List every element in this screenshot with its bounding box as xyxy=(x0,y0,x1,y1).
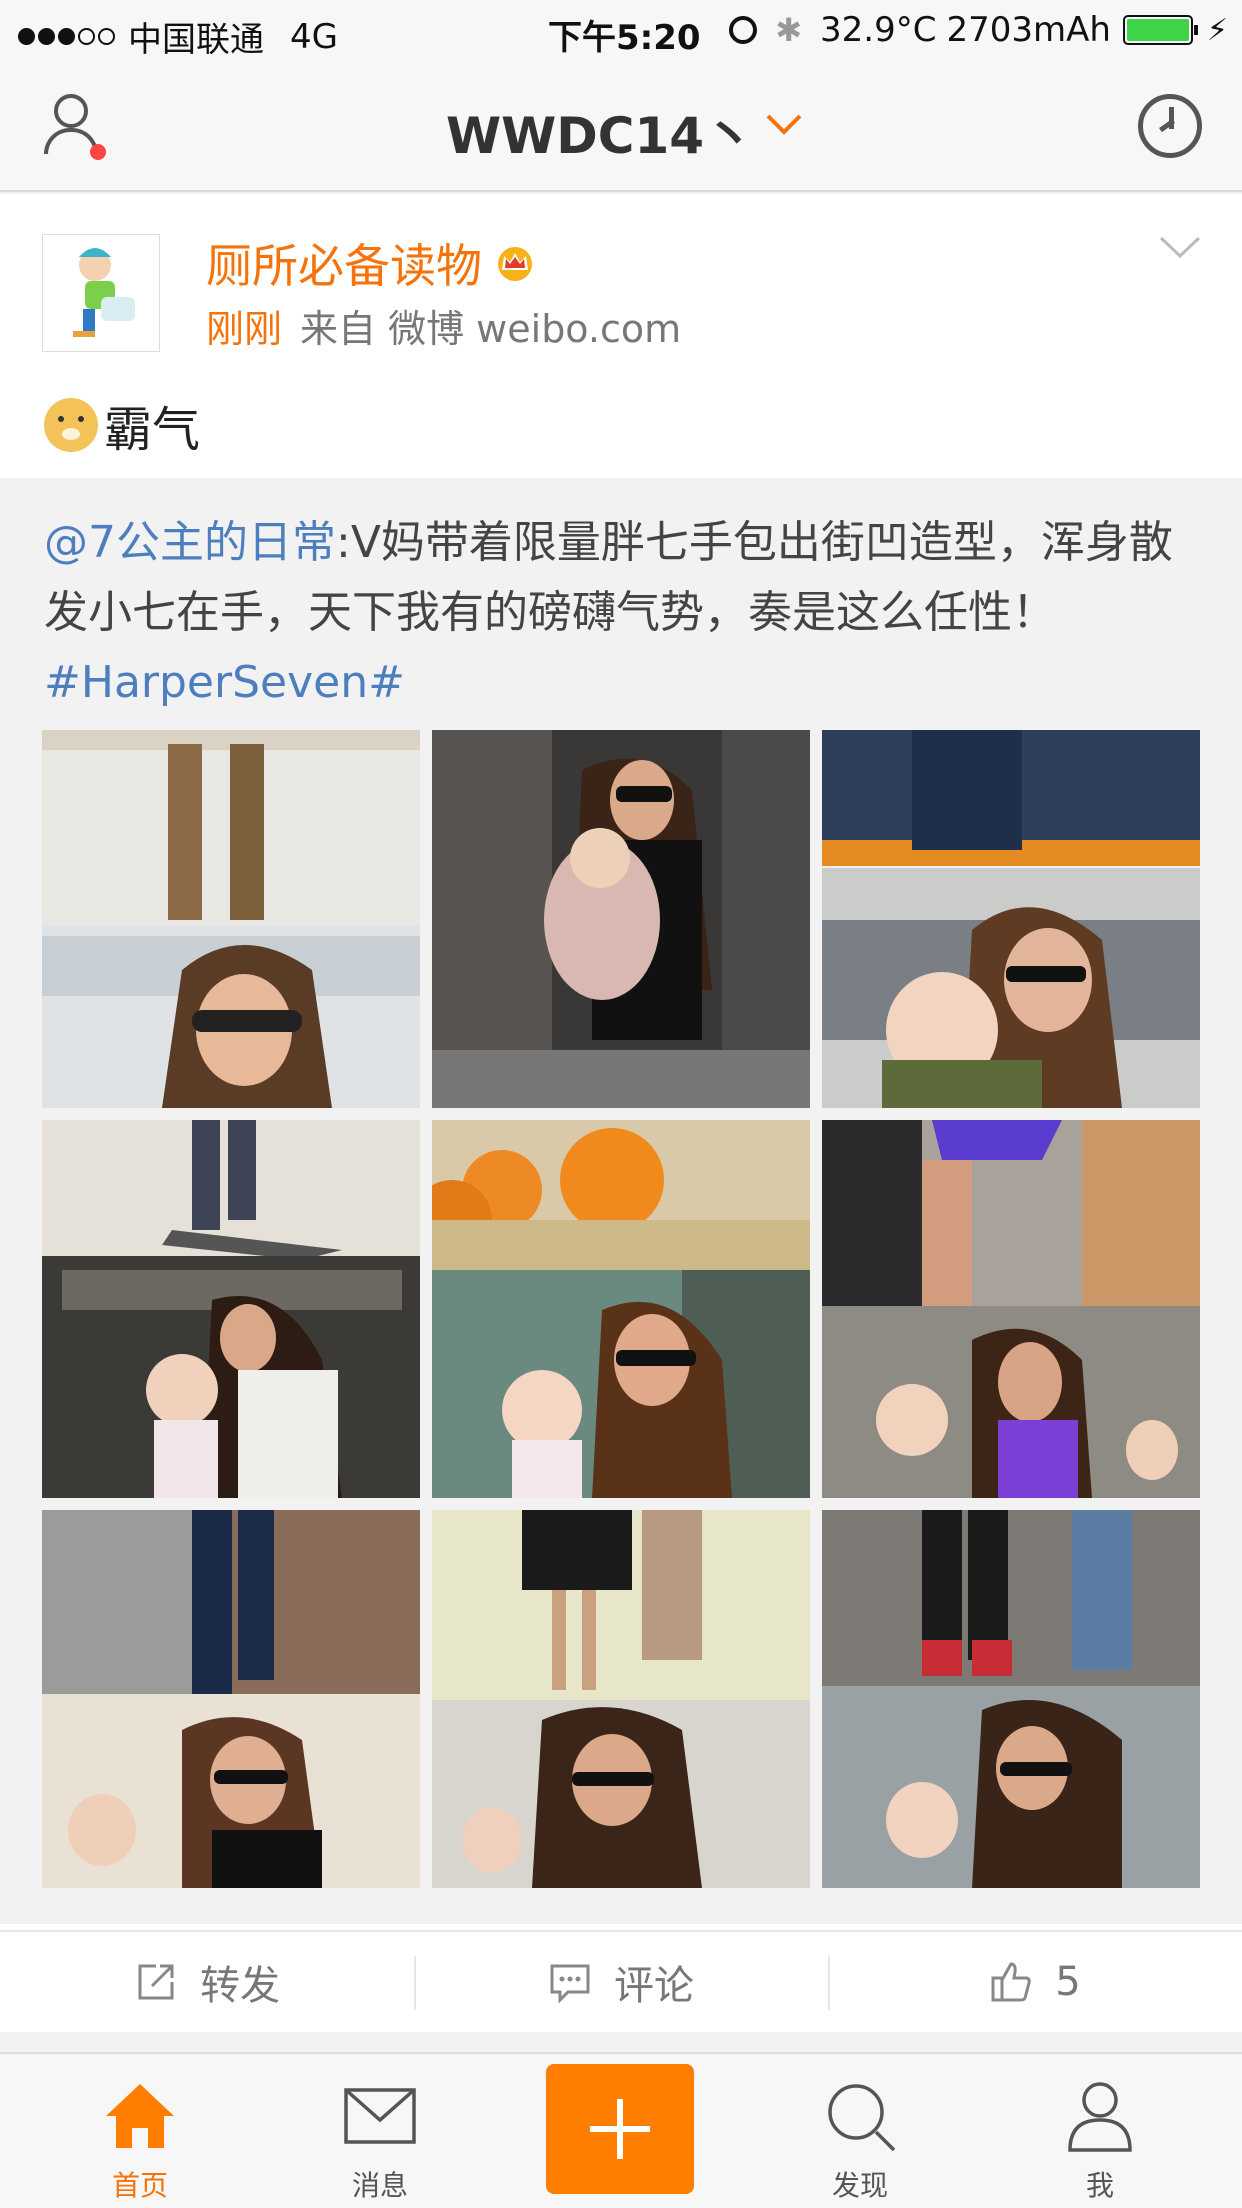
signal-indicator: 中国联通 4G xyxy=(18,12,338,61)
photo-thumbnail[interactable] xyxy=(42,1120,420,1498)
search-icon xyxy=(828,2084,896,2152)
signal-dot-icon xyxy=(18,28,35,45)
tab-home[interactable]: 首页 xyxy=(60,2054,220,2208)
thumbs-up-icon xyxy=(991,1962,1032,2002)
carrier-name: 中国联通 xyxy=(128,20,264,60)
user-profile-icon[interactable] xyxy=(40,94,106,160)
vip-crown-icon xyxy=(498,247,532,281)
tab-home-label: 首页 xyxy=(111,2169,168,2202)
tab-messages-label: 消息 xyxy=(351,2169,408,2202)
repost-icon xyxy=(138,1964,174,2000)
signal-dot-icon xyxy=(78,28,95,45)
action-bar: 转发 评论 5 xyxy=(0,1930,1242,2032)
group-title[interactable]: WWDC14丶 xyxy=(446,96,754,168)
like-count: 5 xyxy=(1055,1959,1081,2005)
status-bar: 中国联通 4G 下午5:20 ✱ 32.9°C 2703mAh ⚡ xyxy=(0,0,1242,62)
battery-capacity: 2703mAh xyxy=(946,10,1111,50)
temperature-readout: 32.9°C xyxy=(820,10,937,50)
tab-discover[interactable]: 发现 xyxy=(780,2054,940,2208)
tab-messages[interactable]: 消息 xyxy=(300,2054,460,2208)
notification-dot xyxy=(90,144,106,160)
battery-icon xyxy=(1122,15,1198,45)
photo-thumbnail[interactable] xyxy=(822,730,1200,1108)
repost-text: @7公主的日常:V妈带着限量胖七手包出街凹造型，浑身散发小七在手，天下我有的磅礴… xyxy=(44,508,1204,718)
card-menu-chevron-icon[interactable] xyxy=(1158,232,1202,262)
person-icon xyxy=(1068,2082,1132,2152)
bluetooth-icon: ✱ xyxy=(775,11,802,49)
charging-bolt-icon: ⚡ xyxy=(1206,12,1228,48)
tab-me[interactable]: 我 xyxy=(1020,2054,1180,2208)
home-icon xyxy=(106,2084,174,2148)
network-type: 4G xyxy=(290,16,338,57)
repost-label: 转发 xyxy=(200,1963,280,2009)
post-meta: 刚刚 来自 微博 weibo.com xyxy=(206,298,681,353)
photo-thumbnail[interactable] xyxy=(822,1510,1200,1888)
tab-discover-label: 发现 xyxy=(831,2169,888,2202)
mention-link[interactable]: @7公主的日常 xyxy=(44,517,336,568)
radar-refresh-icon[interactable] xyxy=(1138,94,1202,158)
like-button[interactable]: 5 xyxy=(828,1932,1242,2032)
photo-thumbnail[interactable] xyxy=(822,1120,1200,1498)
navigation-bar: WWDC14丶 xyxy=(0,62,1242,192)
reposted-content[interactable]: @7公主的日常:V妈带着限量胖七手包出街凹造型，浑身散发小七在手，天下我有的磅礴… xyxy=(0,478,1242,1924)
alarm-icon xyxy=(729,16,758,44)
chevron-down-icon[interactable] xyxy=(764,104,804,144)
post-source: 来自 微博 weibo.com xyxy=(300,307,682,351)
signal-dot-icon xyxy=(98,28,115,45)
signal-dot-icon xyxy=(38,28,55,45)
image-grid xyxy=(42,730,1202,1888)
post-text: 霸气 xyxy=(104,402,201,458)
photo-thumbnail[interactable] xyxy=(42,1510,420,1888)
bottom-tab-bar: 首页 消息 发现 我 xyxy=(0,2052,1242,2208)
photo-thumbnail[interactable] xyxy=(432,1120,810,1498)
author-name[interactable]: 厕所必备读物 xyxy=(206,230,482,296)
repost-button[interactable]: 转发 xyxy=(0,1932,414,2032)
post-time: 刚刚 xyxy=(206,307,283,351)
signal-dot-icon xyxy=(58,28,75,45)
photo-thumbnail[interactable] xyxy=(432,730,810,1108)
photo-thumbnail[interactable] xyxy=(432,1510,810,1888)
avatar[interactable] xyxy=(42,234,160,352)
comment-button[interactable]: 评论 xyxy=(414,1932,828,2032)
status-time: 下午5:20 xyxy=(548,18,701,58)
comment-icon xyxy=(550,1964,590,2004)
photo-thumbnail[interactable] xyxy=(42,730,420,1108)
tab-me-label: 我 xyxy=(1085,2169,1114,2202)
hashtag-link[interactable]: #HarperSeven# xyxy=(44,657,405,708)
compose-plus-button[interactable] xyxy=(546,2064,694,2194)
feed-card: 厕所必备读物 刚刚 来自 微博 weibo.com 霸气 @7公主的日常:V妈带着… xyxy=(0,194,1242,2032)
envelope-icon xyxy=(344,2088,416,2144)
doge-emoji-icon xyxy=(44,398,98,452)
comment-label: 评论 xyxy=(614,1963,694,2009)
